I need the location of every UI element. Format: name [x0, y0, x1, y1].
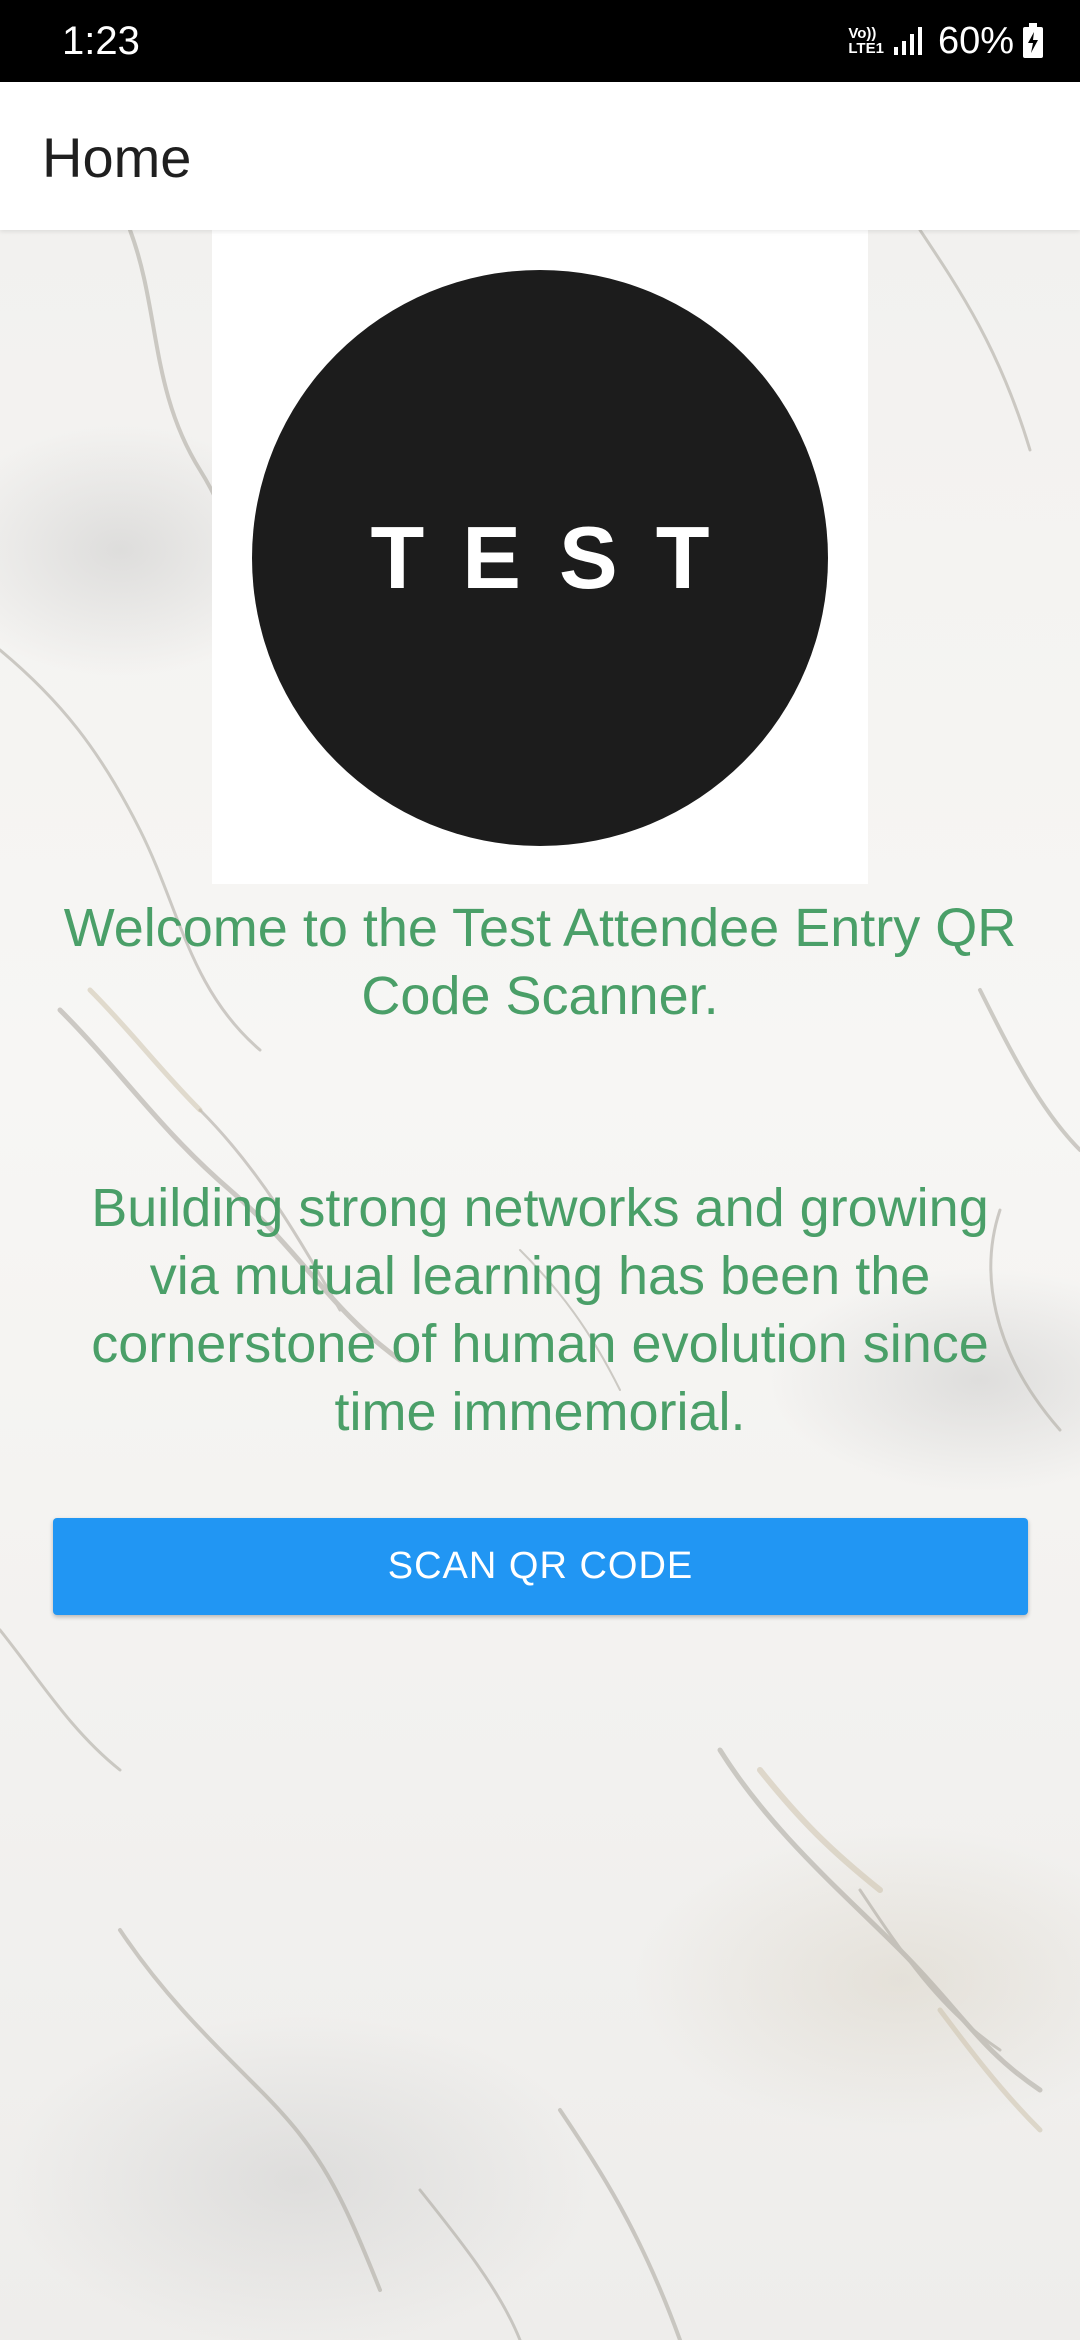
logo-circle: TEST [252, 270, 828, 846]
volte-label-top: Vo)) [848, 25, 877, 42]
status-bar: 1:23 Vo)) LTE1 60% [0, 0, 1080, 82]
battery-charging-icon [1023, 23, 1043, 58]
page-title: Home [42, 126, 192, 189]
battery-percent: 60% [937, 20, 1014, 62]
tagline-message: Building strong networks and growing via… [91, 1178, 989, 1442]
logo: TEST [212, 230, 868, 884]
status-time: 1:23 [62, 19, 140, 63]
main-content: TEST Welcome to the Test Attendee Entry … [0, 230, 1080, 2340]
welcome-message: Welcome to the Test Attendee Entry QR Co… [63, 898, 1017, 1026]
logo-text: TEST [370, 508, 748, 607]
status-indicators: Vo)) LTE1 60% [848, 16, 1044, 66]
volte-icon: Vo)) LTE1 [848, 26, 884, 56]
volte-label-bottom: LTE1 [848, 40, 884, 57]
scan-qr-code-button[interactable]: SCAN QR CODE [53, 1518, 1028, 1615]
signal-icon [893, 27, 922, 55]
app-bar: Home [0, 82, 1080, 230]
